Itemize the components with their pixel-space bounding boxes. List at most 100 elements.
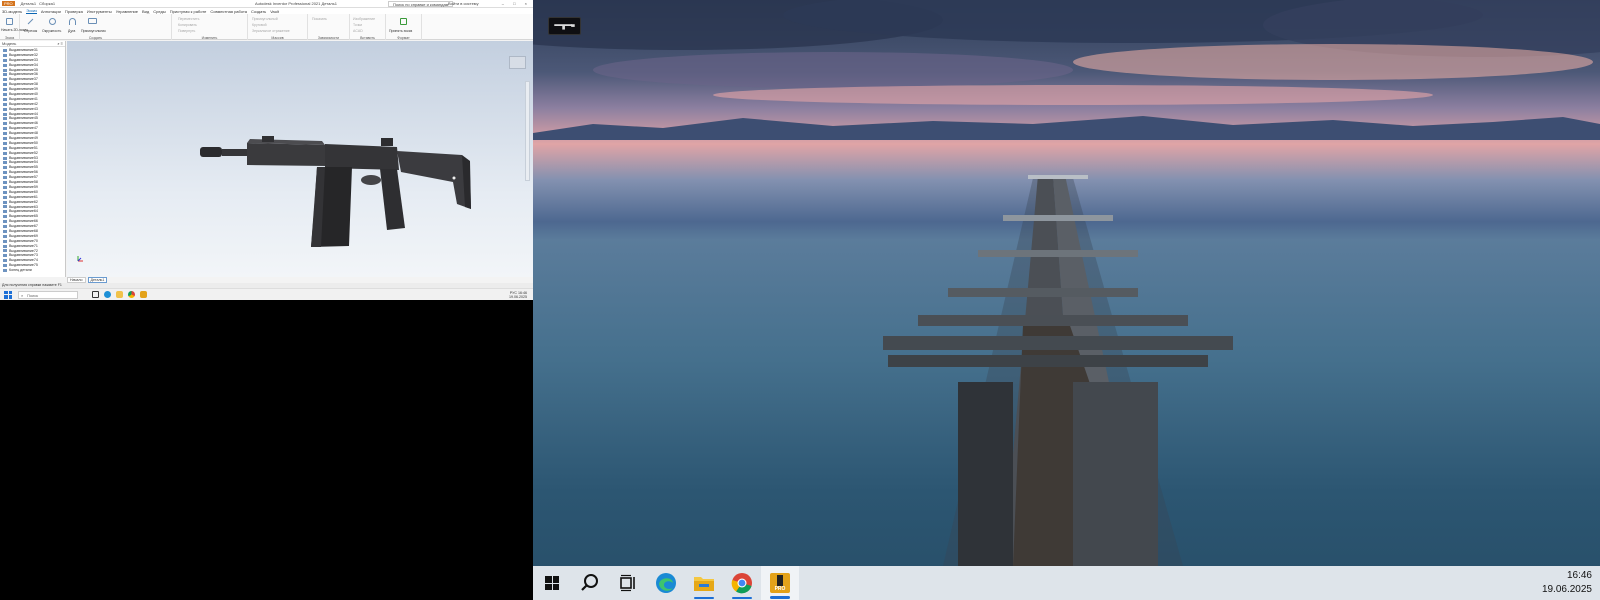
extrusion-icon xyxy=(3,132,7,136)
sign-in-button[interactable]: Войти в систему xyxy=(448,1,479,6)
right-monitor-desktop[interactable]: PRO 16:46 19.06.2025 xyxy=(533,0,1600,600)
extrusion-icon xyxy=(3,88,7,92)
tree-item[interactable]: Конец детали xyxy=(0,268,65,273)
extrusion-icon xyxy=(3,68,7,72)
help-search-input[interactable]: Поиск по справке и командам xyxy=(388,0,454,7)
ribbon-tab-collaborate[interactable]: Совместная работа xyxy=(210,9,247,14)
rotate-button[interactable]: Повернуть xyxy=(178,29,195,33)
tray-date: 19.06.2025 xyxy=(509,294,527,299)
inventor-button[interactable]: PRO xyxy=(761,566,799,600)
extrusion-icon xyxy=(3,97,7,101)
inventor-icon[interactable] xyxy=(140,291,147,298)
show-constraints-button[interactable]: Показать xyxy=(312,17,327,21)
ribbon-group-constrain: Показать Зависимости xyxy=(308,14,350,40)
ribbon-tab-inspect[interactable]: Проверка xyxy=(65,9,83,14)
finish-sketch-label: Принять эскиз xyxy=(389,29,413,33)
chrome-button[interactable] xyxy=(723,566,761,600)
extrusion-icon xyxy=(3,102,7,106)
browser-search-icon[interactable]: ⌕ ≡ xyxy=(57,41,63,46)
ribbon-tab-environments[interactable]: Среды xyxy=(153,9,165,14)
ribbon-tab-view[interactable]: Вид xyxy=(142,9,149,14)
search-icon: ⌕ xyxy=(21,292,24,298)
edge-icon xyxy=(656,573,676,593)
circle-button[interactable] xyxy=(48,18,57,27)
ribbon-tab-annotate[interactable]: Аннотации xyxy=(41,9,61,14)
windows-logo-icon xyxy=(545,576,559,590)
finish-sketch-button[interactable] xyxy=(399,18,408,27)
ribbon-tab-vault[interactable]: Vault xyxy=(270,9,279,14)
ribbon-tab-get-started[interactable]: Приступая к работе xyxy=(170,9,207,14)
check-icon xyxy=(400,18,407,25)
extrusion-icon xyxy=(3,73,7,77)
circular-pattern-button[interactable]: Круговой xyxy=(252,23,267,27)
line-button[interactable] xyxy=(26,18,35,27)
browser-title[interactable]: Модель xyxy=(2,41,16,46)
title-tab-assembly[interactable]: Сборка1 xyxy=(39,1,55,6)
extrusion-icon xyxy=(3,229,7,233)
arc-icon xyxy=(69,18,76,25)
file-explorer-button[interactable] xyxy=(685,566,723,600)
extrusion-icon xyxy=(3,166,7,170)
extrusion-icon xyxy=(3,195,7,199)
rect-pattern-button[interactable]: Прямоугольный xyxy=(252,17,278,21)
inventor-titlebar: PRO Деталь1 Сборка1 Autodesk Inventor Pr… xyxy=(0,0,533,8)
edge-icon[interactable] xyxy=(104,291,111,298)
ribbon-tab-3d-model[interactable]: 3D-модель xyxy=(2,9,22,14)
rifle-preview-thumbnail[interactable] xyxy=(548,17,581,35)
extrusion-icon xyxy=(3,141,7,145)
ribbon-group-format: Принять эскиз Формат xyxy=(386,14,422,40)
start-sketch-button[interactable] xyxy=(5,18,14,27)
search-placeholder: Поиск xyxy=(27,292,39,298)
extrusion-icon xyxy=(3,58,7,62)
chrome-icon xyxy=(731,573,752,594)
extrusion-icon xyxy=(3,249,7,253)
extrusion-icon xyxy=(3,117,7,121)
taskview-icon[interactable] xyxy=(92,291,99,298)
title-tab-part[interactable]: Деталь1 xyxy=(21,1,36,6)
left-tray[interactable]: РУС 16:46 19.06.2025 xyxy=(509,291,527,299)
viewcube[interactable] xyxy=(509,56,526,69)
taskbar-search-button[interactable] xyxy=(571,566,609,600)
task-view-button[interactable] xyxy=(609,566,647,600)
folder-icon[interactable] xyxy=(116,291,123,298)
rectangle-button[interactable] xyxy=(88,18,97,27)
extrusion-icon xyxy=(3,180,7,184)
insert-points-button[interactable]: Точки xyxy=(353,23,362,27)
insert-acad-button[interactable]: ACAD xyxy=(353,29,363,33)
extrusion-icon xyxy=(3,244,7,248)
taskbar-search-input[interactable]: ⌕ Поиск xyxy=(18,290,78,299)
chrome-icon[interactable] xyxy=(128,291,135,298)
extrusion-icon xyxy=(3,63,7,67)
wallpaper-pier xyxy=(883,175,1233,566)
edge-button[interactable] xyxy=(647,566,685,600)
ribbon-tab-create[interactable]: Создать xyxy=(251,9,266,14)
ribbon-tab-manage[interactable]: Управление xyxy=(116,9,138,14)
extrusion-icon xyxy=(3,200,7,204)
navigation-bar[interactable] xyxy=(525,81,530,181)
extrusion-icon xyxy=(3,234,7,238)
inventor-pro-badge[interactable]: PRO xyxy=(2,1,15,6)
extrusion-icon xyxy=(3,171,7,175)
axis-triad-icon xyxy=(77,256,83,262)
copy-button[interactable]: Копировать xyxy=(178,23,197,27)
extrusion-icon xyxy=(3,210,7,214)
start-button[interactable] xyxy=(533,566,571,600)
mirror-button[interactable]: Зеркальное отражение xyxy=(252,29,290,33)
ribbon-tab-tools[interactable]: Инструменты xyxy=(87,9,112,14)
taskbar-clock[interactable]: 16:46 19.06.2025 xyxy=(1542,569,1592,597)
extrusion-icon xyxy=(3,215,7,219)
extrusion-icon xyxy=(3,254,7,258)
graphics-viewport[interactable] xyxy=(67,41,533,277)
extrusion-icon xyxy=(3,107,7,111)
start-button[interactable] xyxy=(4,290,12,299)
extrusion-icon xyxy=(3,78,7,82)
extrusion-icon xyxy=(3,156,7,160)
extrusion-icon xyxy=(3,269,7,273)
extrusion-icon xyxy=(3,92,7,96)
insert-image-button[interactable]: Изображение xyxy=(353,17,375,21)
ribbon-group-label: Массив xyxy=(271,36,284,40)
arc-button[interactable] xyxy=(68,18,77,27)
move-button[interactable]: Переместить xyxy=(178,17,199,21)
window-controls[interactable]: – □ × xyxy=(502,1,531,6)
left-monitor: PRO Деталь1 Сборка1 Autodesk Inventor Pr… xyxy=(0,0,533,600)
